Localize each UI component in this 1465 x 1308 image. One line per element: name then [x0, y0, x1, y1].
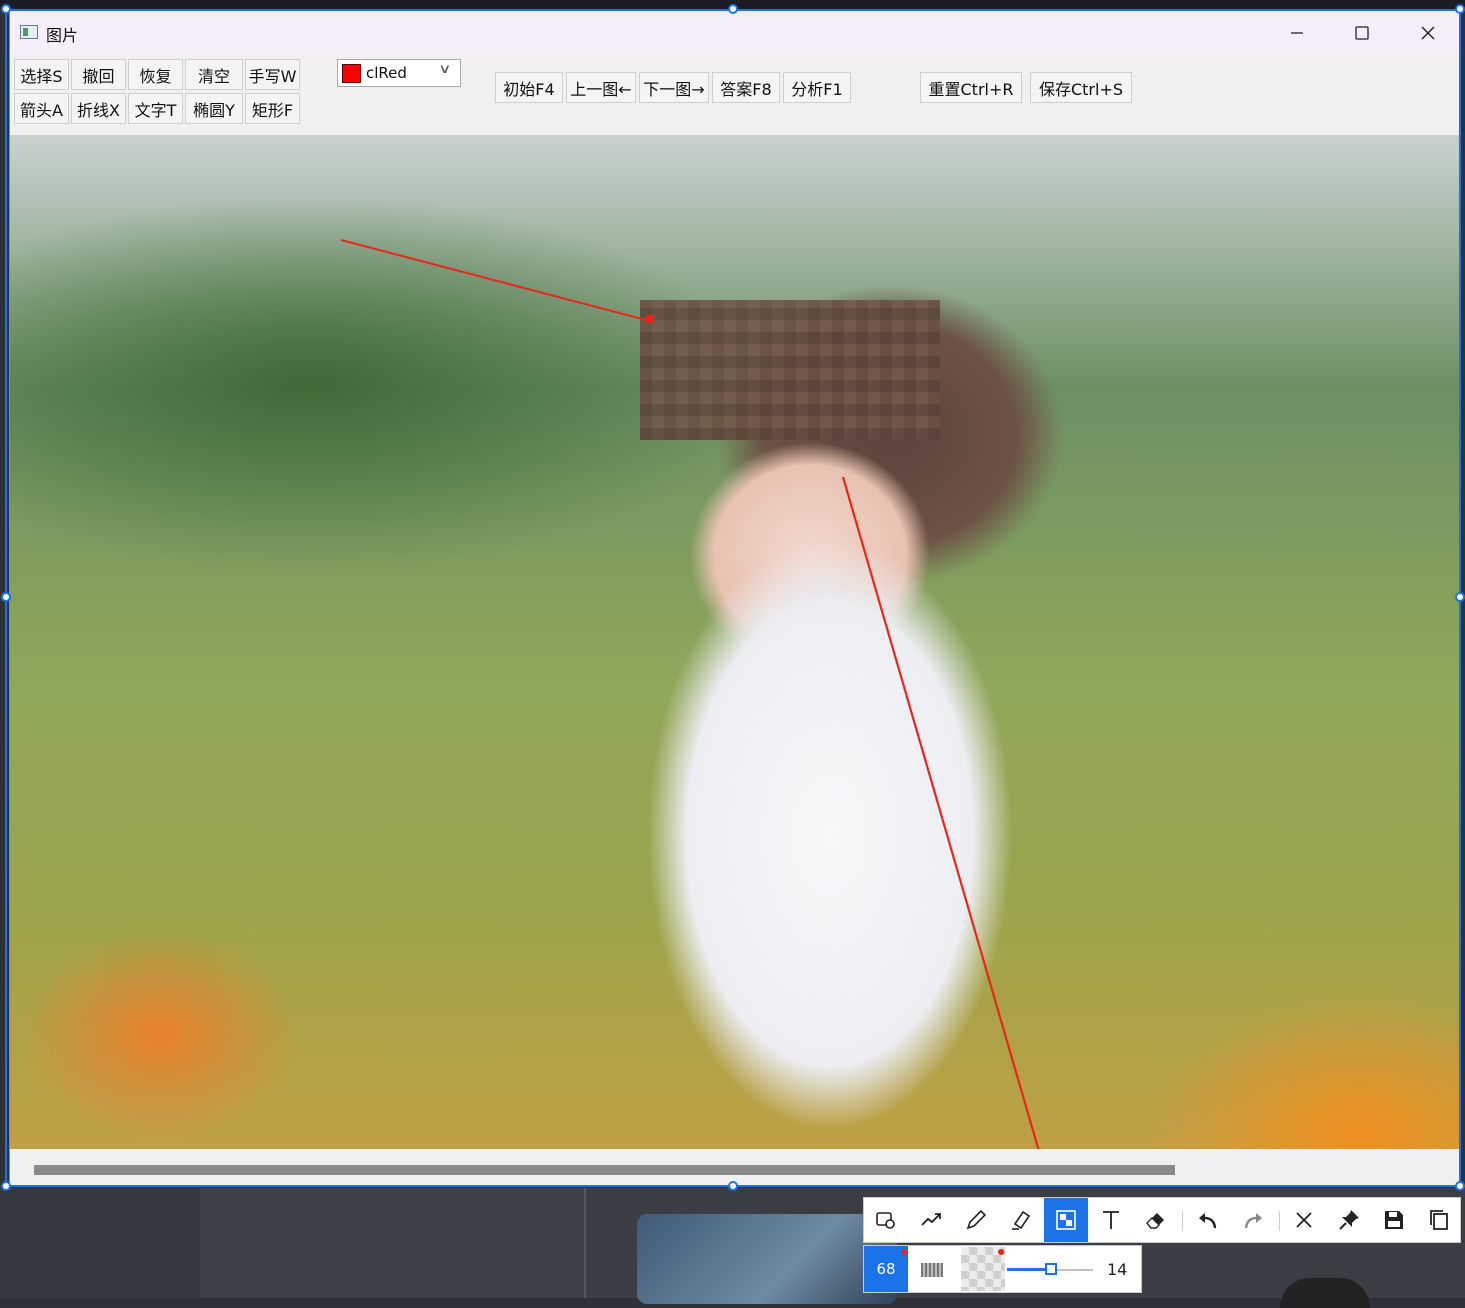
rectangle-icon — [876, 1212, 895, 1229]
select-button[interactable]: 选择S — [14, 59, 69, 90]
rectangle-button[interactable]: 矩形F — [245, 93, 300, 124]
resize-handle-top[interactable] — [728, 4, 738, 14]
mosaic-pattern-icon[interactable] — [921, 1263, 943, 1277]
eraser-icon — [1146, 1213, 1164, 1229]
image-window: 图片 选择S 撤回 恢复 清空 手写W 箭头A 折线X 文字T 椭圆Y 矩形F … — [9, 10, 1461, 1186]
snip-polyline-button[interactable] — [909, 1198, 953, 1242]
next-image-button[interactable]: 下一图→ — [639, 72, 709, 103]
resize-handle-right[interactable] — [1455, 592, 1465, 602]
arrow-button[interactable]: 箭头A — [14, 93, 69, 124]
drawing-toolbar: 选择S 撤回 恢复 清空 手写W 箭头A 折线X 文字T 椭圆Y 矩形F clR… — [10, 55, 1460, 136]
pin-icon — [1339, 1210, 1359, 1230]
text-icon — [1103, 1211, 1119, 1229]
snip-marker-button[interactable] — [999, 1198, 1043, 1242]
resize-handle-bottom-left[interactable] — [1, 1181, 11, 1191]
marker-icon — [1012, 1210, 1031, 1230]
selected-indicator-dot — [998, 1249, 1004, 1255]
copy-icon — [1430, 1210, 1448, 1230]
mosaic-options-bar: 68 14 — [863, 1245, 1142, 1293]
redo-button[interactable]: 恢复 — [128, 59, 183, 90]
toolbar-divider — [1182, 1211, 1183, 1231]
snip-cancel-button[interactable] — [1282, 1198, 1326, 1242]
resize-handle-top-right[interactable] — [1455, 4, 1465, 14]
title-bar: 图片 — [10, 11, 1460, 55]
prev-image-button[interactable]: 上一图← — [566, 72, 636, 103]
undo-button[interactable]: 撤回 — [71, 59, 126, 90]
color-swatch — [342, 64, 361, 83]
undo-icon — [1199, 1213, 1217, 1229]
handwrite-button[interactable]: 手写W — [245, 59, 300, 90]
window-title: 图片 — [46, 26, 79, 45]
reset-button[interactable]: 重置Ctrl+R — [920, 72, 1022, 103]
close-button[interactable] — [1406, 17, 1450, 49]
desktop-thumbnail — [637, 1214, 897, 1304]
scrollbar-thumb[interactable] — [34, 1165, 1175, 1175]
desktop-panel-middle — [200, 1188, 586, 1298]
close-icon — [1421, 26, 1435, 40]
snip-eraser-button[interactable] — [1134, 1198, 1178, 1242]
selected-indicator-dot — [901, 1249, 907, 1255]
snip-copy-button[interactable] — [1417, 1198, 1461, 1242]
answer-button[interactable]: 答案F8 — [712, 72, 780, 103]
desktop-panel-left — [0, 1188, 201, 1298]
annotation-layer — [340, 239, 1040, 1149]
polyline-button[interactable]: 折线X — [71, 93, 126, 124]
snip-toolbar — [863, 1197, 1461, 1243]
snip-mosaic-button[interactable] — [1044, 1198, 1088, 1242]
horizontal-scrollbar[interactable] — [10, 1149, 1460, 1185]
save-icon — [1385, 1211, 1403, 1229]
app-icon — [20, 25, 38, 39]
maximize-icon — [1355, 26, 1369, 40]
analyze-button[interactable]: 分析F1 — [783, 72, 851, 103]
redo-icon — [1244, 1213, 1262, 1229]
initial-button[interactable]: 初始F4 — [495, 72, 563, 103]
close-icon — [1296, 1212, 1312, 1228]
resize-handle-bottom-right[interactable] — [1455, 1181, 1465, 1191]
ellipse-button[interactable]: 椭圆Y — [185, 93, 243, 124]
maximize-button[interactable] — [1340, 17, 1384, 49]
color-value: clRed — [366, 64, 407, 82]
save-button[interactable]: 保存Ctrl+S — [1030, 72, 1132, 103]
snip-save-button[interactable] — [1372, 1198, 1416, 1242]
minimize-icon — [1291, 32, 1303, 34]
slider-value: 14 — [1107, 1260, 1128, 1279]
snip-undo-button[interactable] — [1186, 1198, 1230, 1242]
resize-handle-bottom[interactable] — [728, 1181, 738, 1191]
arrow-annotation-2 — [841, 476, 1040, 1149]
arrow-handle — [646, 315, 654, 323]
slider-knob[interactable] — [1045, 1263, 1057, 1275]
chevron-down-icon: ∨ — [438, 62, 452, 77]
color-select[interactable]: clRed ∨ — [337, 59, 461, 87]
minimize-button[interactable] — [1275, 17, 1319, 49]
snip-pen-button[interactable] — [954, 1198, 998, 1242]
resize-handle-top-left[interactable] — [1, 4, 11, 14]
pen-icon — [966, 1209, 987, 1230]
snip-redo-button[interactable] — [1231, 1198, 1275, 1242]
mosaic-icon — [1056, 1210, 1076, 1230]
resize-handle-left[interactable] — [1, 592, 11, 602]
desktop-thumbnail-fragment — [1280, 1278, 1370, 1308]
polyline-icon — [921, 1213, 941, 1226]
photo-canvas[interactable] — [10, 135, 1460, 1149]
snip-text-button[interactable] — [1089, 1198, 1133, 1242]
clear-button[interactable]: 清空 — [185, 59, 243, 90]
text-button[interactable]: 文字T — [128, 93, 183, 124]
arrow-annotation-1 — [340, 239, 647, 321]
snip-pin-button[interactable] — [1327, 1198, 1371, 1242]
snip-rectangle-button[interactable] — [864, 1198, 908, 1242]
toolbar-divider — [1279, 1211, 1280, 1231]
